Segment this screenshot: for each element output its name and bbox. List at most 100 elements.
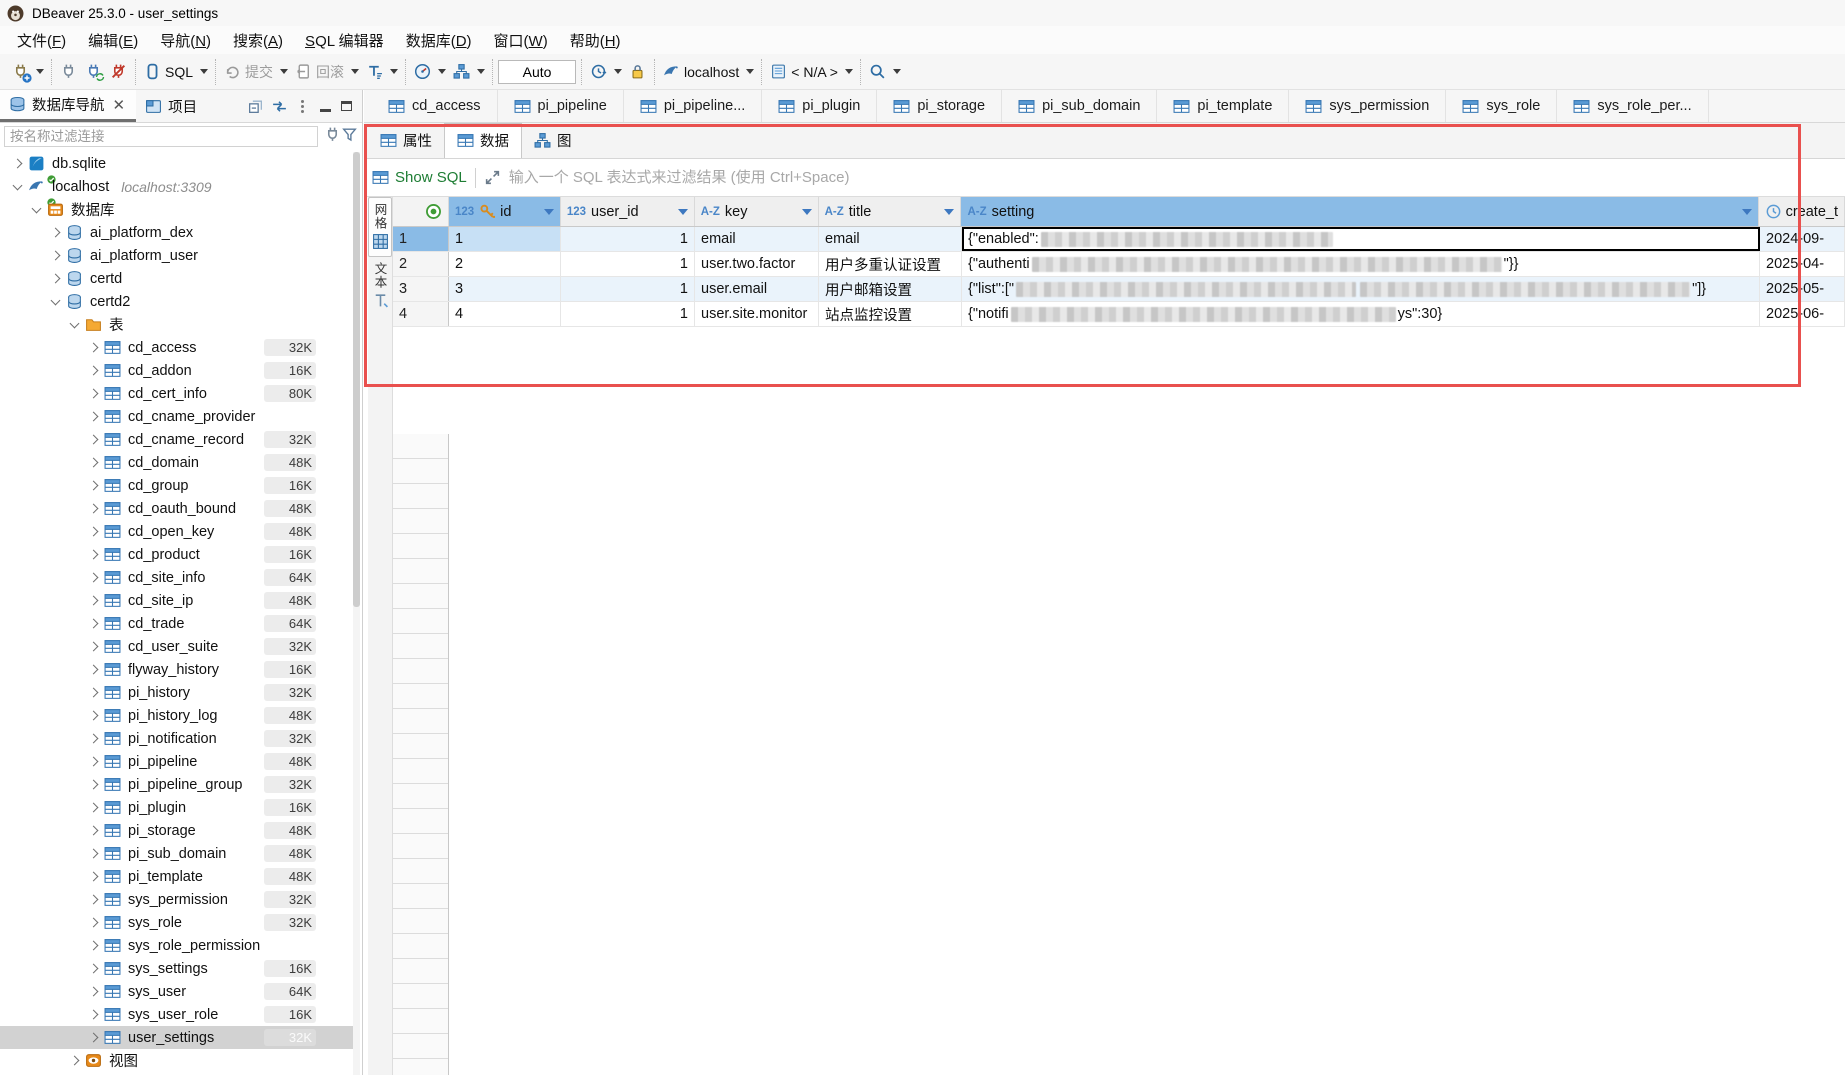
menu-item[interactable]: 编辑(E): [77, 26, 149, 55]
tree-expand-chevron[interactable]: [89, 504, 99, 514]
cell-user-id[interactable]: 1: [561, 227, 695, 251]
menu-item[interactable]: SQL 编辑器: [294, 26, 395, 55]
tree-expand-chevron[interactable]: [51, 228, 61, 238]
cell-title[interactable]: 用户多重认证设置: [819, 252, 962, 276]
tree-item-sys_role_permission[interactable]: sys_role_permission: [0, 934, 354, 957]
menu-item[interactable]: 窗口(W): [483, 26, 559, 55]
column-dropdown-icon[interactable]: [1742, 209, 1752, 215]
column-header-title[interactable]: A-Ztitle: [819, 197, 962, 226]
row-number-cell[interactable]: 2: [393, 252, 449, 276]
cell-key[interactable]: user.two.factor: [695, 252, 819, 276]
tree-item-cd_cert_info[interactable]: cd_cert_info80K: [0, 382, 354, 405]
tree-item-cd_cname_record[interactable]: cd_cname_record32K: [0, 428, 354, 451]
tree-expand-chevron[interactable]: [89, 343, 99, 353]
maximize-icon[interactable]: [341, 101, 352, 111]
column-header-id[interactable]: 123id: [449, 197, 561, 226]
history-button[interactable]: [587, 61, 610, 82]
cell-key[interactable]: email: [695, 227, 819, 251]
tree-expand-chevron[interactable]: [70, 1056, 80, 1066]
column-dropdown-icon[interactable]: [544, 209, 554, 215]
tree-item-sys_user[interactable]: sys_user64K: [0, 980, 354, 1003]
plug-disconnect-button[interactable]: [107, 61, 130, 82]
tree-expand-chevron[interactable]: [32, 203, 42, 213]
menu-item[interactable]: 数据库(D): [395, 26, 483, 55]
tree-expand-chevron[interactable]: [89, 458, 99, 468]
sidebar-scrollbar-thumb[interactable]: [353, 152, 360, 607]
show-sql-button[interactable]: Show SQL: [372, 169, 467, 186]
tab-close-icon[interactable]: ✕: [111, 96, 128, 114]
sidebar-tab-项目[interactable]: 项目: [136, 90, 206, 122]
dropdown-caret[interactable]: [390, 69, 398, 74]
cell-id[interactable]: 3: [449, 277, 561, 301]
tree-item-表[interactable]: 表: [0, 313, 354, 336]
tree-expand-chevron[interactable]: [89, 573, 99, 583]
plug-reconnect-button[interactable]: [82, 61, 105, 82]
db-doc-button[interactable]: < N/A >: [767, 61, 841, 82]
dropdown-caret[interactable]: [614, 69, 622, 74]
cell-id[interactable]: 1: [449, 227, 561, 251]
editor-tab-sys_role[interactable]: sys_role: [1446, 90, 1557, 122]
tree-item-user_settings[interactable]: user_settings32K: [0, 1026, 354, 1049]
column-header-user_id[interactable]: 123user_id: [561, 197, 695, 226]
tree-item-pi_notification[interactable]: pi_notification32K: [0, 727, 354, 750]
result-tab-数据[interactable]: 数据: [444, 123, 522, 158]
tree-expand-chevron[interactable]: [89, 803, 99, 813]
cell-key[interactable]: user.site.monitor: [695, 302, 819, 326]
dropdown-caret[interactable]: [280, 69, 288, 74]
tree-expand-chevron[interactable]: [89, 688, 99, 698]
tree-item-sys_user_role[interactable]: sys_user_role16K: [0, 1003, 354, 1026]
lock-button[interactable]: [626, 61, 649, 82]
column-dropdown-icon[interactable]: [944, 209, 954, 215]
result-tab-属性[interactable]: 属性: [368, 124, 444, 158]
menu-item[interactable]: 导航(N): [149, 26, 222, 55]
tx-filter-button[interactable]: [363, 61, 386, 82]
cell-create-time[interactable]: 2025-06-: [1760, 302, 1845, 326]
tree-item-cd_user_suite[interactable]: cd_user_suite32K: [0, 635, 354, 658]
cell-create-time[interactable]: 2025-04-: [1760, 252, 1845, 276]
column-header-setting[interactable]: A-Zsetting: [961, 197, 1758, 226]
dropdown-caret[interactable]: [746, 69, 754, 74]
plug-new-button[interactable]: [9, 61, 32, 82]
sql-doc-button[interactable]: SQL: [141, 61, 196, 82]
tree-item-certd[interactable]: certd: [0, 267, 354, 290]
cell-id[interactable]: 4: [449, 302, 561, 326]
editor-tab-pi_plugin[interactable]: pi_plugin: [762, 90, 877, 122]
tree-expand-chevron[interactable]: [89, 826, 99, 836]
collapse-all-icon[interactable]: [247, 98, 264, 115]
tree-expand-chevron[interactable]: [89, 412, 99, 422]
dropdown-caret[interactable]: [200, 69, 208, 74]
tree-expand-chevron[interactable]: [13, 180, 23, 190]
cell-title[interactable]: 站点监控设置: [819, 302, 962, 326]
tree-item-pi_plugin[interactable]: pi_plugin16K: [0, 796, 354, 819]
column-dropdown-icon[interactable]: [802, 209, 812, 215]
tree-item-视图[interactable]: 视图: [0, 1049, 354, 1072]
editor-tab-pi_template[interactable]: pi_template: [1157, 90, 1289, 122]
cell-user-id[interactable]: 1: [561, 302, 695, 326]
tree-item-pi_sub_domain[interactable]: pi_sub_domain48K: [0, 842, 354, 865]
editor-tab-sys_permission[interactable]: sys_permission: [1289, 90, 1446, 122]
tree-item-cd_site_ip[interactable]: cd_site_ip48K: [0, 589, 354, 612]
tree-expand-chevron[interactable]: [89, 1033, 99, 1043]
tree-expand-chevron[interactable]: [89, 550, 99, 560]
tree-expand-chevron[interactable]: [89, 389, 99, 399]
tree-item-cd_trade[interactable]: cd_trade64K: [0, 612, 354, 635]
cell-title[interactable]: email: [819, 227, 962, 251]
tree-item-pi_template[interactable]: pi_template48K: [0, 865, 354, 888]
cell-user-id[interactable]: 1: [561, 277, 695, 301]
tree-expand-chevron[interactable]: [89, 872, 99, 882]
mysql-button[interactable]: localhost: [660, 61, 742, 82]
tree-expand-chevron[interactable]: [89, 918, 99, 928]
connection-filter-input[interactable]: [4, 126, 318, 147]
tree-item-ai_platform_dex[interactable]: ai_platform_dex: [0, 221, 354, 244]
tree-expand-chevron[interactable]: [89, 895, 99, 905]
row-number-cell[interactable]: 4: [393, 302, 449, 326]
presentation-tab-文本[interactable]: 文本: [368, 257, 392, 315]
cell-id[interactable]: 2: [449, 252, 561, 276]
tree-expand-chevron[interactable]: [89, 642, 99, 652]
tree-item-pi_history[interactable]: pi_history32K: [0, 681, 354, 704]
editor-tab-pi_storage[interactable]: pi_storage: [877, 90, 1002, 122]
tree-item-cd_group[interactable]: cd_group16K: [0, 474, 354, 497]
tree-expand-chevron[interactable]: [51, 274, 61, 284]
tree-item-cd_open_key[interactable]: cd_open_key48K: [0, 520, 354, 543]
column-dropdown-icon[interactable]: [678, 209, 688, 215]
